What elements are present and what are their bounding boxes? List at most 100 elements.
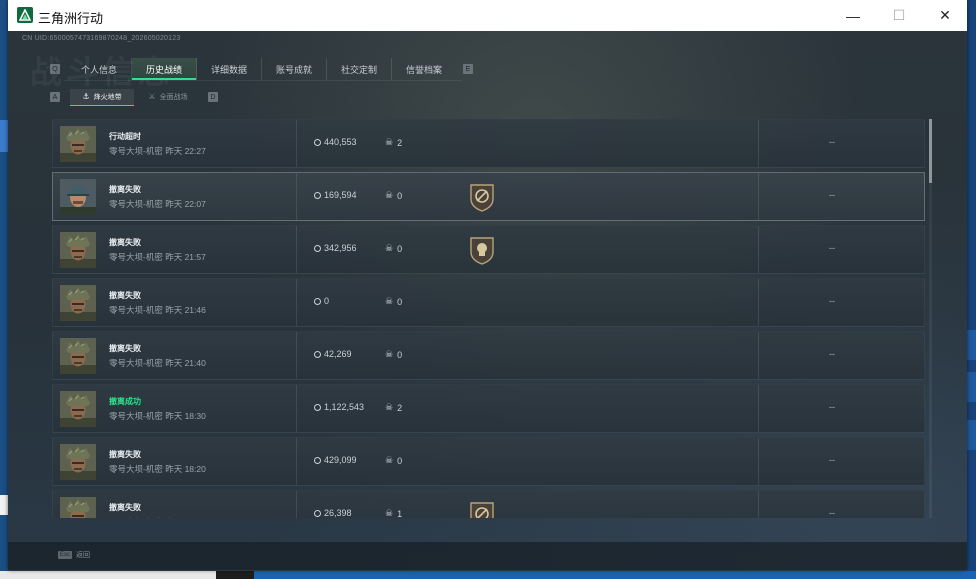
match-result: 撤离失败	[109, 238, 141, 247]
tab-4[interactable]: 社交定制	[327, 58, 392, 80]
skull-icon: ☠	[385, 190, 394, 200]
desktop-window-fragment	[0, 120, 8, 152]
kills-text: 0	[397, 296, 403, 307]
close-button[interactable]: ✕	[922, 0, 968, 31]
coin-icon	[314, 350, 321, 358]
scrollbar-thumb[interactable]	[929, 119, 932, 183]
match-time: 昨天 18:30	[165, 411, 206, 421]
skull-icon: ☠	[385, 455, 394, 465]
match-time: 昨天 21:57	[165, 252, 206, 262]
match-map: 零号大坝-机密	[109, 517, 163, 518]
medal-badge-icon[interactable]	[467, 182, 497, 212]
value-text: 1,122,543	[324, 402, 365, 412]
tab-1[interactable]: 历史战绩	[132, 58, 197, 80]
mode-icon: ⚔	[148, 92, 156, 101]
tab-3[interactable]: 账号成就	[262, 58, 327, 80]
row-divider	[758, 226, 759, 273]
match-result: 撤离成功	[109, 397, 141, 406]
match-time: 昨天 22:07	[165, 199, 206, 209]
match-result: 撤离失败	[109, 344, 141, 353]
row-divider	[296, 491, 297, 518]
match-row[interactable]: 撤离失败 零号大坝-机密 昨天 21:57 342,956 ☠ 0 --	[52, 225, 925, 274]
prev-mode-key[interactable]: A	[50, 92, 60, 102]
window-title: 三角洲行动	[38, 11, 104, 26]
match-row[interactable]: 撤离失败 零号大坝-机密 昨天 18:20 429,099 ☠ 0 --	[52, 437, 925, 486]
tab-2[interactable]: 详细数据	[197, 58, 262, 80]
extraction-value: 0	[314, 296, 329, 306]
match-result: 撤离失败	[109, 503, 141, 512]
scrollbar[interactable]	[929, 119, 932, 518]
extra-value: --	[829, 455, 835, 465]
tab-0[interactable]: 个人信息	[67, 58, 132, 80]
match-map-time: 零号大坝-机密 昨天 18:10	[109, 516, 206, 518]
desktop-window-fragment-2	[0, 495, 8, 515]
match-map-time: 零号大坝-机密 昨天 18:30	[109, 410, 206, 422]
mode-tab-0[interactable]: ⚓ 烽火地带	[70, 88, 134, 106]
match-row[interactable]: 撤离失败 零号大坝-机密 昨天 21:46 0 ☠ 0 --	[52, 278, 925, 327]
next-mode-key[interactable]: D	[208, 92, 218, 102]
match-map-time: 零号大坝-机密 昨天 18:20	[109, 463, 206, 475]
match-map-time: 零号大坝-机密 昨天 21:40	[109, 357, 206, 369]
extraction-value: 26,398	[314, 508, 352, 518]
match-row[interactable]: 行动超时 零号大坝-机密 昨天 22:27 440,553 ☠ 2 --	[52, 119, 925, 168]
match-map: 零号大坝-机密	[109, 358, 163, 368]
extraction-value: 440,553	[314, 137, 357, 147]
desktop-fragment	[967, 330, 976, 360]
match-row[interactable]: 撤离失败 零号大坝-机密 昨天 22:07 169,594 ☠ 0 --	[52, 172, 925, 221]
match-row[interactable]: 撤离失败 零号大坝-机密 昨天 21:40 42,269 ☠ 0 --	[52, 331, 925, 380]
match-row[interactable]: 撤离成功 零号大坝-机密 昨天 18:30 1,122,543 ☠ 2 --	[52, 384, 925, 433]
row-divider	[758, 173, 759, 220]
mode-tab-label: 烽火地带	[93, 93, 122, 101]
app-window: 三角洲行动 — ☐ ✕ CN UID:6500057473169870248_2…	[8, 0, 967, 570]
kills-text: 2	[397, 137, 403, 148]
extraction-value: 1,122,543	[314, 402, 364, 412]
desktop-fragment	[967, 420, 976, 450]
minimize-button[interactable]: —	[830, 0, 876, 31]
match-history-list: 行动超时 零号大坝-机密 昨天 22:27 440,553 ☠ 2 -- 撤离失败 零号大坝-…	[52, 119, 926, 518]
operator-avatar	[60, 179, 96, 215]
footer-bar: Esc 返回	[8, 542, 967, 570]
maximize-button[interactable]: ☐	[876, 0, 922, 31]
match-time: 昨天 18:10	[165, 517, 206, 518]
match-map: 零号大坝-机密	[109, 252, 163, 262]
match-time: 昨天 21:40	[165, 358, 206, 368]
main-tabs: Q 个人信息 历史战绩 详细数据 账号成就 社交定制 信誉档案 E	[50, 58, 473, 80]
kill-count: ☠ 2	[385, 137, 402, 148]
title-bar[interactable]: 三角洲行动 — ☐ ✕	[8, 0, 967, 31]
tabs-divider	[64, 80, 462, 81]
medal-badge-icon[interactable]	[467, 235, 497, 265]
coin-icon	[314, 191, 321, 199]
kills-text: 0	[397, 190, 403, 201]
row-divider	[296, 226, 297, 273]
match-map-time: 零号大坝-机密 昨天 22:27	[109, 145, 206, 157]
match-result: 撤离失败	[109, 185, 141, 194]
back-button[interactable]: Esc 返回	[58, 550, 90, 560]
skull-icon: ☠	[385, 137, 394, 147]
value-text: 169,594	[324, 190, 357, 200]
mode-tab-1[interactable]: ⚔ 全面战场	[136, 89, 200, 105]
match-time: 昨天 21:46	[165, 305, 206, 315]
mode-icon: ⚓	[82, 92, 90, 101]
game-content: CN UID:6500057473169870248_202605020123 …	[8, 31, 967, 570]
value-text: 26,398	[324, 508, 352, 518]
extraction-value: 342,956	[314, 243, 357, 253]
operator-avatar	[60, 497, 96, 518]
prev-tab-key[interactable]: Q	[50, 64, 60, 74]
medal-badge-icon[interactable]	[467, 500, 497, 518]
extraction-value: 42,269	[314, 349, 352, 359]
match-map-time: 零号大坝-机密 昨天 21:46	[109, 304, 206, 316]
skull-icon: ☠	[385, 508, 394, 518]
match-result: 行动超时	[109, 132, 141, 141]
row-divider	[296, 279, 297, 326]
taskbar-segment	[0, 571, 216, 579]
extra-value: --	[829, 508, 835, 518]
next-tab-key[interactable]: E	[463, 64, 473, 74]
mode-tabs: A ⚓ 烽火地带 ⚔ 全面战场 D	[50, 88, 218, 106]
tab-5[interactable]: 信誉档案	[392, 58, 456, 80]
value-text: 0	[324, 296, 330, 306]
desktop-background-right	[967, 0, 976, 579]
match-row[interactable]: 撤离失败零号大坝-机密 昨天 18:10 26,398 ☠1 --	[52, 490, 925, 518]
value-text: 429,099	[324, 455, 357, 465]
esc-key: Esc	[58, 551, 73, 559]
match-map-time: 零号大坝-机密 昨天 21:57	[109, 251, 206, 263]
